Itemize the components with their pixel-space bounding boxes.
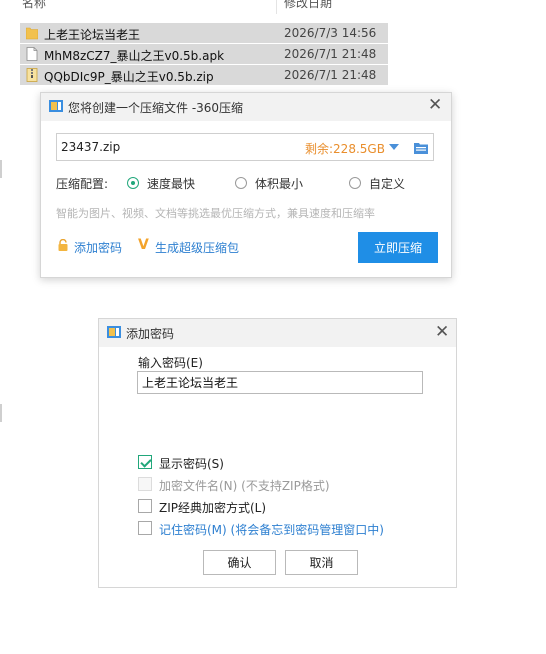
radio-smallest-label[interactable]: 体积最小	[255, 175, 303, 192]
file-date: 2026/7/1 21:48	[284, 47, 377, 61]
add-password-dialog: 添加密码 ✕ 输入密码(E) 显示密码(S) 加密文件名(N) (不支持ZIP格…	[98, 318, 457, 588]
compress-dialog: 您将创建一个压缩文件 -360压缩 ✕ 23437.zip 剩余:228.5GB…	[40, 92, 452, 278]
left-edge-marker	[0, 160, 2, 178]
close-icon[interactable]: ✕	[428, 97, 442, 114]
compress-dialog-titlebar[interactable]: 您将创建一个压缩文件 -360压缩 ✕	[41, 93, 451, 121]
file-icon	[26, 47, 38, 61]
confirm-button[interactable]: 确认	[203, 550, 276, 575]
zip-classic-encryption-checkbox[interactable]	[138, 499, 152, 513]
compress-config-label: 压缩配置:	[56, 177, 109, 191]
zip-icon	[26, 68, 38, 82]
radio-smallest[interactable]	[235, 177, 247, 189]
file-date: 2026/7/1 21:48	[284, 68, 377, 82]
password-input-label: 输入密码(E)	[138, 356, 203, 370]
zip-classic-encryption-label[interactable]: ZIP经典加密方式(L)	[159, 499, 266, 516]
left-edge-marker	[0, 404, 2, 422]
password-dialog-titlebar[interactable]: 添加密码 ✕	[99, 319, 456, 347]
column-name-header[interactable]: 名称	[22, 0, 46, 11]
cancel-button[interactable]: 取消	[285, 550, 358, 575]
file-row-apk[interactable]: MhM8zCZ7_暴山之王v0.5b.apk 2026/7/1 21:48	[20, 44, 388, 64]
column-separator[interactable]	[276, 0, 277, 14]
show-password-label[interactable]: 显示密码(S)	[159, 455, 224, 472]
encrypt-filename-checkbox	[138, 477, 152, 491]
file-row-zip[interactable]: QQbDIc9P_暴山之王v0.5b.zip 2026/7/1 21:48	[20, 65, 388, 85]
folder-browse-icon[interactable]	[414, 142, 428, 154]
lock-icon	[58, 239, 68, 251]
folder-icon	[26, 27, 38, 40]
radio-custom-label[interactable]: 自定义	[369, 175, 405, 192]
archive-name-value[interactable]: 23437.zip	[61, 140, 120, 154]
file-name: 上老王论坛当老王	[44, 28, 141, 42]
password-input[interactable]	[137, 371, 423, 394]
remember-password-checkbox[interactable]	[138, 521, 152, 535]
file-name: QQbDIc9P_暴山之王v0.5b.zip	[44, 70, 214, 84]
password-dialog-title: 添加密码	[126, 327, 175, 341]
column-date-header[interactable]: 修改日期	[284, 0, 332, 11]
radio-fastest[interactable]	[127, 177, 139, 189]
show-password-checkbox[interactable]	[138, 455, 152, 469]
free-space-label: 剩余:228.5GB	[305, 142, 385, 156]
radio-fastest-label[interactable]: 速度最快	[147, 175, 195, 192]
encrypt-filename-label: 加密文件名(N) (不支持ZIP格式)	[159, 479, 330, 493]
super-pack-link[interactable]: 生成超级压缩包	[155, 239, 239, 256]
archive-app-icon	[49, 100, 63, 112]
archive-name-field[interactable]: 23437.zip 剩余:228.5GB	[56, 133, 434, 161]
file-row-folder[interactable]: 上老王论坛当老王 2026/7/3 14:56	[20, 23, 388, 43]
file-name: MhM8zCZ7_暴山之王v0.5b.apk	[44, 49, 225, 63]
archive-app-icon	[107, 326, 121, 338]
add-password-link[interactable]: 添加密码	[74, 239, 122, 256]
file-list-header: 名称 修改日期	[0, 0, 546, 14]
compress-now-button[interactable]: 立即压缩	[358, 232, 438, 263]
close-icon[interactable]: ✕	[435, 324, 449, 341]
vip-icon: V	[138, 237, 149, 253]
remember-password-label[interactable]: 记住密码(M) (将会备忘到密码管理窗口中)	[159, 521, 384, 538]
compress-dialog-title: 您将创建一个压缩文件 -360压缩	[68, 101, 244, 115]
compress-hint-text: 智能为图片、视频、文档等挑选最优压缩方式，兼具速度和压缩率	[56, 207, 375, 220]
chevron-down-icon[interactable]	[389, 144, 399, 150]
radio-custom[interactable]	[349, 177, 361, 189]
file-date: 2026/7/3 14:56	[284, 26, 377, 40]
